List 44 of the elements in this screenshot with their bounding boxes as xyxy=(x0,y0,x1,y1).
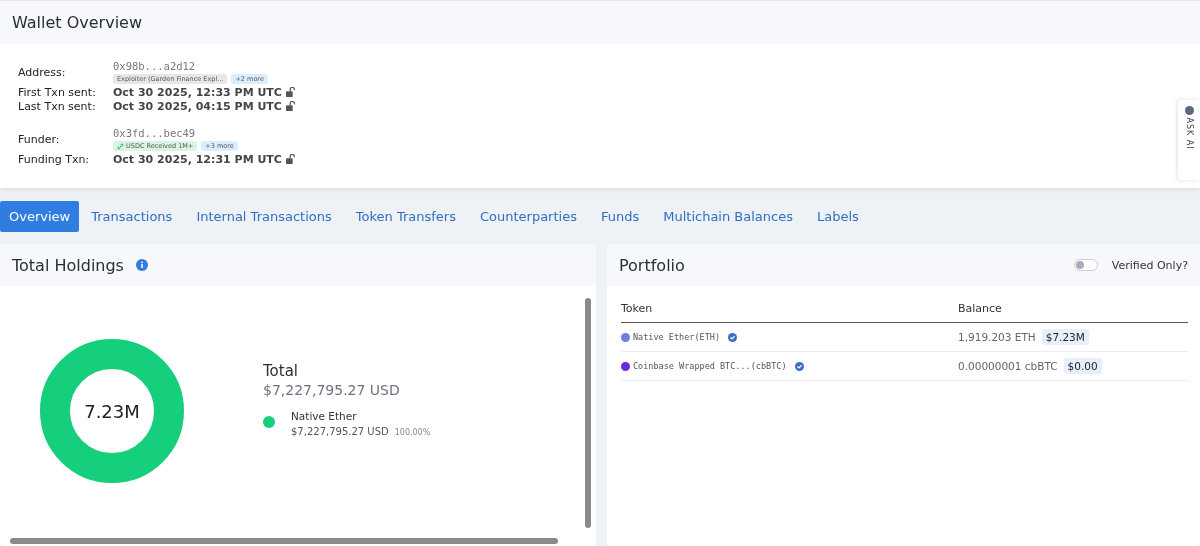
legend-name: Native Ether xyxy=(291,409,358,422)
tab[interactable]: Token Transfers xyxy=(343,200,468,232)
token-name[interactable]: Native Ether(ETH) xyxy=(633,332,720,342)
timestamp: Oct 30 2025, 12:33 PM UTC xyxy=(113,85,282,99)
tab[interactable]: Internal Transactions xyxy=(184,200,344,232)
total-value: $7,227,795.27 USD xyxy=(263,381,401,398)
tab[interactable]: Overview xyxy=(0,200,80,232)
field-label: Funding Txn: xyxy=(18,152,91,166)
timestamp: Oct 30 2025, 04:15 PM UTC xyxy=(113,99,282,113)
unlock-icon xyxy=(285,87,296,97)
legend-share: 100.00% xyxy=(394,427,431,437)
balance-value: 0.00000001 cbBTC xyxy=(958,360,1058,372)
legend-value: $7,227,795.27 USD xyxy=(291,425,389,437)
tab[interactable]: Transactions xyxy=(79,200,185,232)
donut-center-value: 7.23M xyxy=(83,401,141,422)
toggle-switch[interactable] xyxy=(1073,259,1098,271)
verified-icon xyxy=(728,332,737,342)
column-header: Token xyxy=(621,301,654,315)
panel-title: Total Holdings xyxy=(12,255,124,275)
tab[interactable]: Funds xyxy=(588,200,652,232)
balance-value: 1,919.203 ETH xyxy=(958,331,1036,343)
field-label: Address: xyxy=(18,65,67,79)
token-name[interactable]: Coinbase Wrapped BTC...(cbBTC) xyxy=(633,361,787,371)
tab[interactable]: Multichain Balances xyxy=(651,200,805,232)
tab[interactable]: Labels xyxy=(804,200,871,232)
toggle-label: Verified Only? xyxy=(1111,258,1188,272)
page-title: Wallet Overview xyxy=(12,13,143,32)
unlock-icon xyxy=(285,101,296,111)
usd-value: $0.00 xyxy=(1063,358,1102,374)
ask-ai-tab[interactable]: ASK AI xyxy=(1178,100,1200,180)
address-link[interactable]: 0x3fd...bec49 xyxy=(113,127,238,139)
field-label: Funder: xyxy=(18,132,61,146)
verified-icon xyxy=(794,361,804,371)
address-link[interactable]: 0x98b...a2d12 xyxy=(113,60,268,72)
timestamp: Oct 30 2025, 12:31 PM UTC xyxy=(113,152,282,166)
column-header: Balance xyxy=(958,301,1003,315)
info-icon[interactable] xyxy=(135,259,148,271)
field-label: Last Txn sent: xyxy=(18,99,97,113)
unlock-icon xyxy=(285,154,296,164)
usd-value: $7.23M xyxy=(1041,329,1089,345)
panel-title: Portfolio xyxy=(619,255,685,275)
field-label: First Txn sent: xyxy=(18,85,97,99)
total-label: Total xyxy=(263,361,300,380)
tab[interactable]: Counterparties xyxy=(467,200,589,232)
